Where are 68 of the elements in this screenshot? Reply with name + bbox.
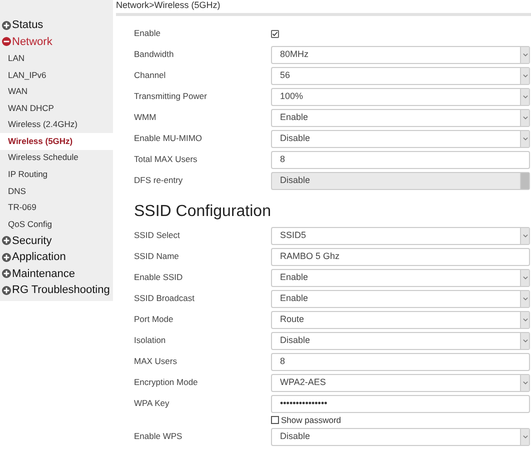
sidebar-item[interactable]: WAN DHCP [0, 100, 113, 116]
chevron-down-icon [522, 52, 528, 56]
chevron-down-icon [522, 136, 528, 140]
field-label: Bandwidth [134, 48, 175, 61]
sidebar-section[interactable]: RG Troubleshooting [12, 283, 110, 298]
sidebar-section[interactable]: Application [12, 250, 66, 264]
field-label: SSID Name [134, 250, 180, 263]
section-heading: SSID Configuration [133, 202, 271, 222]
sidebar-item[interactable]: WAN [0, 83, 113, 100]
sidebar-item[interactable]: LAN_IPv6 [0, 66, 113, 84]
sidebar-item[interactable]: LAN [0, 50, 113, 67]
chevron-down-icon [522, 234, 528, 238]
chevron-down-icon [522, 380, 528, 384]
dropdown[interactable]: Enable [271, 108, 530, 126]
field-label: Isolation [134, 334, 167, 347]
chevron-down-icon [522, 276, 528, 280]
field-label: WMM [134, 111, 158, 124]
chevron-down-icon [522, 74, 528, 78]
field-label: Port Mode [134, 313, 174, 326]
sidebar-item[interactable]: Wireless Schedule [0, 150, 113, 166]
field-label: Enable SSID [134, 271, 184, 284]
field-label: DFS re-entry [134, 174, 184, 187]
chevron-down-icon [522, 94, 528, 98]
field-label: Encryption Mode [134, 376, 199, 389]
field-label: Channel [134, 69, 167, 82]
field-label: Enable [134, 27, 162, 40]
field-label: SSID Select [134, 229, 181, 242]
sidebar-section[interactable]: Maintenance [12, 266, 75, 281]
chevron-down-icon [522, 338, 528, 342]
field-label: WPA Key [134, 397, 170, 410]
field-label: Enable WPS [134, 430, 184, 443]
dropdown[interactable]: Disable [271, 428, 530, 446]
sidebar-section[interactable]: Status [12, 18, 44, 32]
checkbox-label: Show password [281, 414, 342, 426]
sidebar-item[interactable]: QoS Config [0, 216, 113, 233]
field-label: SSID Broadcast [134, 292, 196, 305]
chevron-down-icon [522, 296, 528, 300]
sidebar-item[interactable]: DNS [0, 182, 113, 200]
input-field[interactable]: RAMBO 5 Ghz [271, 248, 530, 266]
input-field[interactable]: 8 [271, 352, 530, 370]
dropdown[interactable]: 80MHz [271, 46, 530, 64]
chevron-down-icon [522, 434, 528, 438]
dropdown[interactable]: Route [271, 310, 530, 328]
sidebar-item[interactable]: Wireless (5GHz) [0, 132, 113, 150]
input-field[interactable]: 8 [271, 150, 530, 168]
dropdown[interactable]: SSID5 [271, 226, 530, 244]
sidebar-section[interactable]: Network [12, 34, 52, 49]
dropdown[interactable]: Enable [271, 268, 530, 286]
password-field[interactable]: ••••••••••••••• [271, 394, 530, 412]
chevron-down-icon [522, 318, 528, 322]
field-label: Enable MU-MIMO [134, 132, 204, 145]
field-label: Total MAX Users [134, 153, 198, 166]
sidebar-item[interactable]: Wireless (2.4GHz) [0, 116, 113, 133]
dropdown[interactable]: Disable [271, 332, 530, 350]
chevron-down-icon [522, 116, 528, 120]
dropdown[interactable]: 56 [271, 66, 530, 84]
dropdown[interactable]: WPA2-AES [271, 374, 530, 392]
dropdown[interactable]: Disable [271, 130, 530, 148]
breadcrumb: Network>Wireless (5GHz) [116, 0, 222, 12]
dropdown[interactable]: Enable [271, 290, 530, 308]
checkbox[interactable] [271, 30, 279, 38]
dropdown[interactable]: 100% [271, 88, 530, 106]
field-label: Transmitting Power [134, 90, 208, 103]
sidebar-section[interactable]: Security [12, 234, 52, 248]
sidebar-item[interactable]: TR-069 [0, 199, 113, 216]
checkbox[interactable] [271, 416, 279, 424]
sidebar-item[interactable]: IP Routing [0, 166, 113, 183]
field-label: MAX Users [134, 355, 178, 368]
